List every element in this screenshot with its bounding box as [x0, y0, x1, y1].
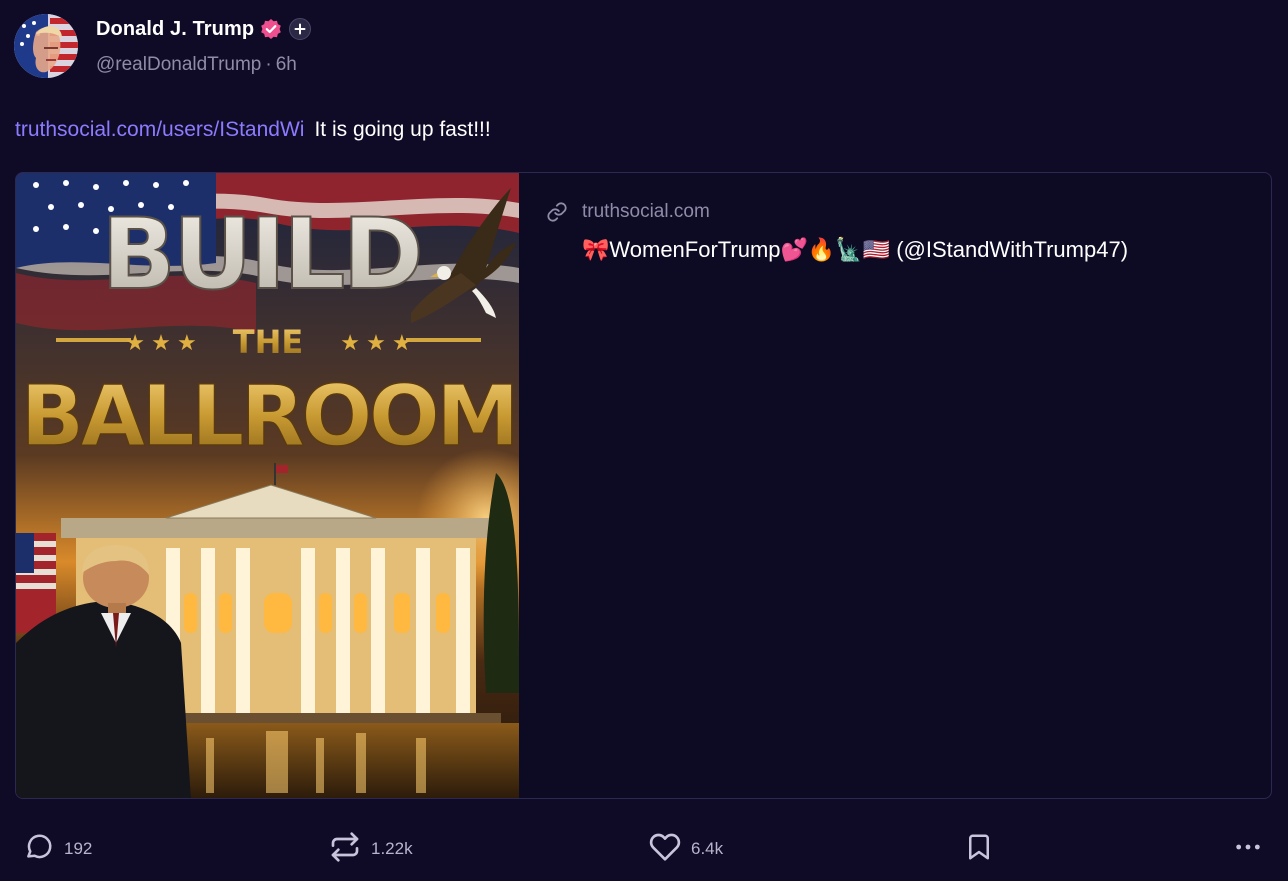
post-header: Donald J. Trump @realDonaldTrump · 6h	[14, 14, 312, 78]
card-image[interactable]: BUILD ★ ★ ★ ★ ★ ★ THE BALLROOM	[16, 173, 519, 798]
card-image-title-the: THE	[233, 323, 303, 361]
card-domain-row: truthsocial.com	[546, 201, 1128, 223]
link-icon	[546, 201, 568, 223]
post-message: It is going up fast!!!	[314, 118, 491, 141]
post-link[interactable]: truthsocial.com/users/IStandWi	[15, 118, 304, 141]
post: Donald J. Trump @realDonaldTrump · 6h tr…	[0, 0, 1288, 881]
more-icon	[1232, 831, 1264, 868]
card-title[interactable]: 🎀WomenForTrump💕🔥🗽🇺🇸 (@IStandWithTrump47)	[582, 237, 1128, 263]
post-body: truthsocial.com/users/IStandWi It is goin…	[15, 118, 491, 142]
post-time[interactable]: 6h	[276, 54, 297, 75]
author-names: Donald J. Trump @realDonaldTrump · 6h	[96, 16, 312, 76]
repost-icon	[329, 831, 361, 868]
card-image-title-ballroom: BALLROOM	[20, 367, 515, 465]
link-preview-card[interactable]: BUILD ★ ★ ★ ★ ★ ★ THE BALLROOM truthsoci…	[15, 172, 1272, 799]
like-button[interactable]: 6.4k	[649, 828, 723, 870]
verified-icon	[260, 18, 282, 40]
svg-text:★ ★ ★: ★ ★ ★	[125, 330, 196, 355]
card-image-title-build: BUILD	[101, 198, 421, 312]
bookmark-button[interactable]	[964, 828, 994, 870]
card-domain: truthsocial.com	[582, 201, 710, 222]
more-button[interactable]	[1232, 828, 1264, 870]
separator-dot: ·	[265, 54, 272, 75]
name-row: Donald J. Trump	[96, 16, 312, 42]
plus-icon[interactable]	[289, 18, 312, 40]
repost-count: 1.22k	[371, 839, 413, 858]
avatar[interactable]	[14, 14, 78, 78]
reply-button[interactable]: 192	[24, 828, 92, 870]
author-handle[interactable]: @realDonaldTrump	[96, 54, 261, 75]
author-display-name[interactable]: Donald J. Trump	[96, 18, 254, 41]
like-icon	[649, 831, 681, 868]
repost-button[interactable]: 1.22k	[329, 828, 413, 870]
like-count: 6.4k	[691, 839, 724, 858]
action-bar: 192 1.22k 6.4k	[0, 828, 1288, 870]
reply-count: 192	[64, 839, 93, 858]
card-meta: truthsocial.com 🎀WomenForTrump💕🔥🗽🇺🇸 (@IS…	[546, 201, 1128, 263]
handle-row: @realDonaldTrump · 6h	[96, 54, 311, 76]
bookmark-icon	[964, 832, 994, 867]
reply-icon	[24, 832, 54, 867]
svg-text:★ ★ ★: ★ ★ ★	[340, 330, 411, 355]
